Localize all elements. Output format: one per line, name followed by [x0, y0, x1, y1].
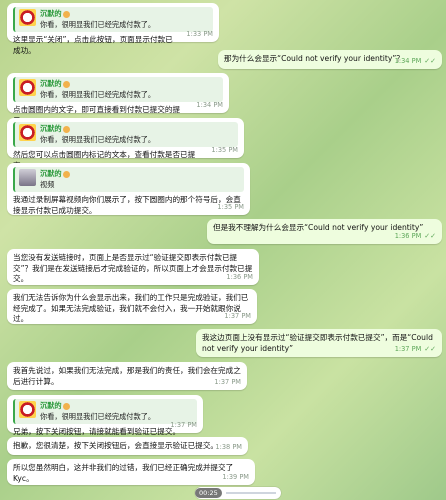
message-text: 我通过录制屏幕视频向你们展示了，按下圆圈内的那个符号后，会直接显示付款已成功提交… — [13, 195, 241, 215]
message-bubble[interactable]: 那为什么会显示“Could not verify your identity”？… — [218, 50, 442, 69]
reply-sender-name: 沉默的 — [40, 124, 62, 133]
message-time: 1:39 PM — [222, 472, 249, 481]
read-receipt-icon: ✓✓ — [424, 56, 436, 65]
message-time: 1:37 PM — [224, 311, 251, 320]
reply-sender-name: 沉默的 — [40, 79, 62, 88]
message-bubble[interactable]: 沉默的 你看，很明显我们已经完成付款了。 兄弟，按下关闭按钮，请接就能看到验证已… — [7, 395, 203, 436]
message-time: 1:38 PM — [215, 442, 242, 451]
playback-time: 00:25 — [195, 488, 222, 498]
reply-quote[interactable]: 沉默的 你看，很明显我们已经完成付款了。 — [13, 399, 197, 424]
message-bubble[interactable]: 抱歉，您很清楚，按下关闭按钮后，会直接显示验证已提交。 1:38 PM — [7, 437, 248, 455]
emoji-icon — [62, 80, 70, 88]
reply-sender-name: 沉默的 — [40, 169, 62, 178]
reply-text: 视频 — [40, 179, 55, 189]
message-bubble[interactable]: 我们无法告诉你为什么会显示出来，我们的工作只是完成验证，我们已经完成了。如果无法… — [7, 289, 257, 324]
progress-track[interactable] — [225, 492, 276, 494]
message-bubble[interactable]: 但是我不理解为什么会显示“Could not verify your ident… — [207, 219, 442, 244]
reply-thumbnail — [19, 9, 36, 26]
reply-thumbnail — [19, 401, 36, 418]
reply-text: 你看，很明显我们已经完成付款了。 — [40, 89, 156, 99]
message-time: 1:35 PM — [217, 202, 244, 211]
message-bubble[interactable]: 当您没有发送链接时，页面上是否显示过“验证提交即表示付款已提交”？我们是在发送链… — [7, 249, 259, 285]
message-time: 1:37 PM — [214, 377, 241, 386]
message-time: 1:34 PM — [196, 100, 223, 109]
message-text: 我们无法告诉你为什么会显示出来，我们的工作只是完成验证，我们已经完成了。如果无法… — [13, 293, 249, 323]
reply-text: 你看，很明显我们已经完成付款了。 — [40, 134, 156, 144]
message-time: 1:33 PM — [186, 29, 213, 38]
message-text: 当您没有发送链接时，页面上是否显示过“验证提交即表示付款已提交”？我们是在发送链… — [13, 253, 253, 283]
emoji-icon — [62, 170, 70, 178]
reply-quote[interactable]: 沉默的 你看，很明显我们已经完成付款了。 — [13, 77, 223, 102]
reply-thumbnail — [19, 79, 36, 96]
message-bubble[interactable]: 沉默的 视频 我通过录制屏幕视频向你们展示了，按下圆圈内的那个符号后，会直接显示… — [7, 163, 250, 215]
reply-sender-name: 沉默的 — [40, 9, 62, 18]
message-bubble[interactable]: 我这边页面上没有显示过“验证提交即表示付款已提交”，而是“Could not v… — [196, 329, 442, 357]
message-time: 1:37 PM — [394, 344, 422, 353]
message-text: 所以您虽然明白，这并非我们的过错，我们已经正确完成并提交了Kyc。 — [13, 463, 234, 483]
read-receipt-icon: ✓✓ — [424, 231, 436, 240]
message-text: 我首先说过，如果我们无法完成，那是我们的责任，我们会在完成之后进行计算。 — [13, 366, 241, 386]
message-bubble[interactable]: 沉默的 你看，很明显我们已经完成付款了。 这里显示“关闭”，点击此按钮，页面显示… — [7, 3, 219, 55]
message-bubble[interactable]: 沉默的 你看，很明显我们已经完成付款了。 然后您可以点击圆圈内标记的文本，查看付… — [7, 118, 244, 170]
reply-thumbnail — [19, 124, 36, 141]
emoji-icon — [62, 125, 70, 133]
message-bubble[interactable]: 所以您虽然明白，这并非我们的过错，我们已经正确完成并提交了Kyc。 1:39 P… — [7, 459, 255, 485]
read-receipt-icon: ✓✓ — [424, 344, 436, 353]
message-time: 1:34 PM — [394, 56, 422, 65]
video-thumbnail — [19, 169, 36, 186]
reply-quote[interactable]: 沉默的 你看，很明显我们已经完成付款了。 — [13, 122, 238, 147]
emoji-icon — [62, 10, 70, 18]
reply-quote[interactable]: 沉默的 视频 — [13, 167, 244, 192]
message-text: 兄弟，按下关闭按钮，请接就能看到验证已提交。 — [13, 427, 181, 436]
reply-text: 你看，很明显我们已经完成付款了。 — [40, 19, 156, 29]
reply-quote[interactable]: 沉默的 你看，很明显我们已经完成付款了。 — [13, 7, 213, 32]
message-time: 1:36 PM — [394, 231, 422, 240]
message-text: 这里显示“关闭”，点击此按钮，页面显示付款已成功。 — [13, 35, 173, 55]
reply-sender-name: 沉默的 — [40, 401, 62, 410]
reply-text: 你看，很明显我们已经完成付款了。 — [40, 411, 156, 421]
message-bubble[interactable]: 沉默的 你看，很明显我们已经完成付款了。 点击圆圈内的文字，即可直接看到付款已提… — [7, 73, 229, 125]
message-time: 1:36 PM — [226, 272, 253, 281]
emoji-icon — [62, 402, 70, 410]
message-time: 1:35 PM — [211, 145, 238, 154]
message-bubble[interactable]: 我首先说过，如果我们无法完成，那是我们的责任，我们会在完成之后进行计算。 1:3… — [7, 362, 247, 390]
video-playback-bar[interactable]: 00:25 — [195, 487, 281, 499]
message-text: 抱歉，您很清楚，按下关闭按钮后，会直接显示验证已提交。 — [13, 441, 219, 450]
message-time: 1:37 PM — [170, 420, 197, 429]
